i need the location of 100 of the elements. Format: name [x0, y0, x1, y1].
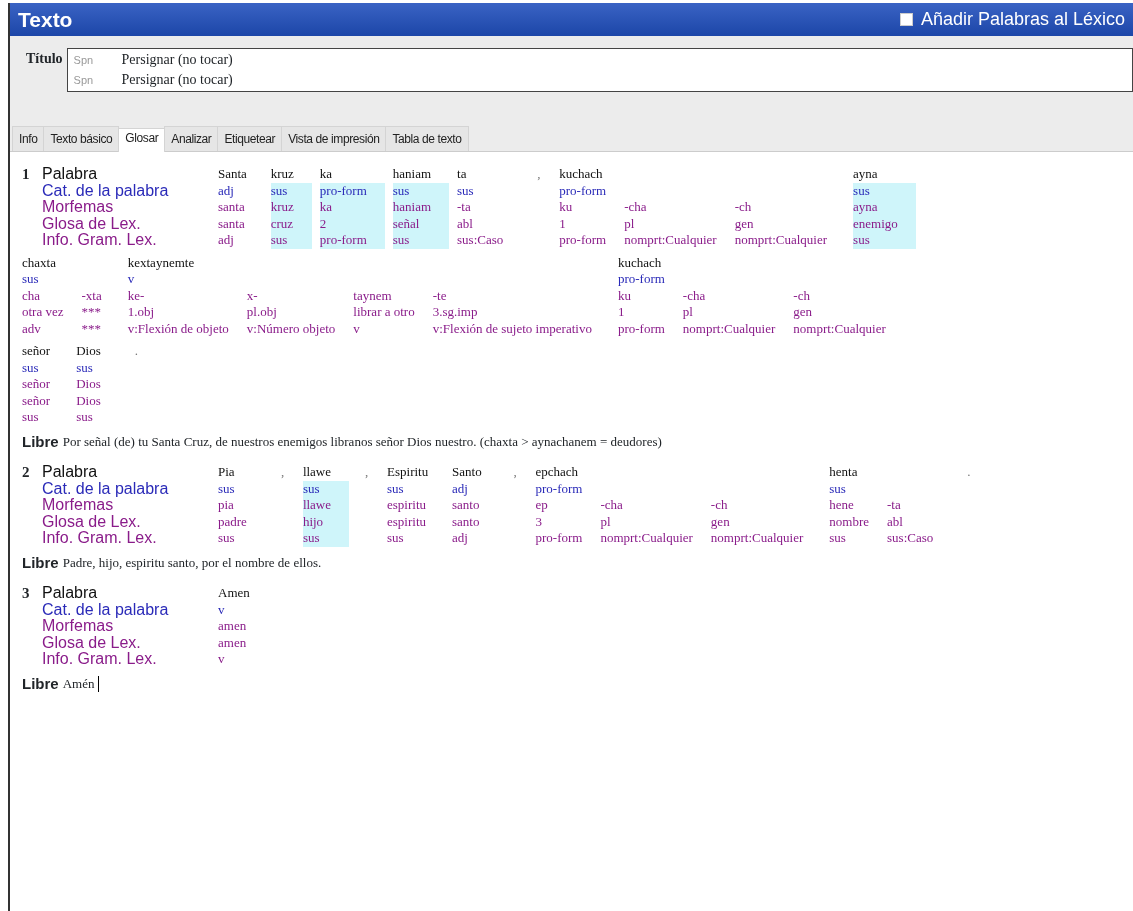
grammar-info: nomprt:Cualquier	[793, 320, 886, 337]
gloss: 3	[535, 513, 542, 530]
grammar-info: nomprt:Cualquier	[600, 530, 693, 547]
gloss: pl	[600, 513, 611, 530]
grammar-info: adv	[22, 320, 41, 337]
morpheme: haniam	[392, 199, 432, 216]
gloss: señal	[392, 215, 420, 232]
tab[interactable]: Glosar	[118, 128, 166, 152]
grammar-info: v:Flexión de sujeto imperativo	[432, 320, 592, 337]
word-label: Palabra	[42, 464, 99, 481]
morpheme: hene	[829, 497, 854, 514]
window-title: Texto	[18, 6, 73, 33]
morpheme: ke-	[127, 287, 145, 304]
gloss: abl	[887, 513, 903, 530]
punctuation: .	[133, 343, 139, 360]
morpheme: -te	[432, 287, 447, 304]
grammar-info: v:Flexión de objeto	[127, 320, 229, 337]
checkbox[interactable]	[899, 13, 913, 26]
punctuation: ,	[512, 464, 518, 481]
grammar-info: sus	[829, 530, 846, 547]
gloss: gen	[710, 513, 730, 530]
grammar-label: Info. Gram. Lex.	[42, 530, 158, 547]
gloss: 3.sg.imp	[432, 304, 478, 321]
gloss: pl	[624, 215, 635, 232]
morpheme: taynem	[353, 287, 392, 304]
morpheme-label: Morfemas	[42, 497, 115, 514]
gloss: señor	[22, 392, 51, 409]
word-label: Palabra	[42, 585, 99, 602]
word-category: sus	[76, 359, 93, 376]
morpheme: ku	[617, 287, 631, 304]
word-category: pro-form	[617, 271, 665, 288]
morpheme: -cha	[600, 497, 623, 514]
word-category: sus	[302, 480, 320, 497]
morpheme: ka	[319, 199, 333, 216]
word: kruz	[270, 166, 294, 183]
free-translation-label: Libre	[22, 433, 59, 450]
gloss: librar a otro	[353, 304, 415, 321]
category-label: Cat. de la palabra	[42, 480, 170, 497]
language-code: Spn	[73, 73, 95, 88]
punctuation: ,	[364, 464, 370, 481]
word: ayna	[853, 166, 878, 183]
punctuation: .	[966, 464, 972, 481]
morpheme-label: Morfemas	[42, 199, 115, 216]
segment-number: 3	[22, 585, 31, 602]
morpheme: santa	[218, 199, 245, 216]
word: chaxta	[22, 254, 56, 271]
grammar-info: nomprt:Cualquier	[734, 232, 828, 249]
morpheme: ayna	[853, 199, 878, 216]
morpheme: ku	[559, 199, 573, 216]
punctuation: ,	[536, 166, 542, 183]
gloss: gen	[793, 304, 813, 321]
word: Espiritu	[387, 464, 429, 481]
tab[interactable]: Texto básico	[43, 126, 120, 151]
grammar-info: adj	[218, 232, 234, 249]
grammar-info: sus	[302, 530, 320, 547]
tab[interactable]: Info	[12, 126, 45, 151]
segment-number: 1	[22, 166, 31, 183]
morpheme: x-	[246, 287, 258, 304]
gloss: cruz	[270, 215, 294, 232]
gloss: Dios	[76, 392, 101, 409]
morpheme: -cha	[624, 199, 647, 216]
tab[interactable]: Vista de impresión	[281, 126, 387, 151]
gloss: santo	[452, 513, 480, 530]
word-category: adj	[452, 480, 468, 497]
grammar-info: ***	[81, 320, 101, 337]
grammar-info: sus:Caso	[457, 232, 504, 249]
tab[interactable]: Etiquetear	[217, 126, 283, 151]
gloss: amen	[218, 634, 247, 651]
free-translation: Por señal (de) tu Santa Cruz, de nuestros enemigos libranos señor Dios nuestro. (chaxta > aynachanem = deudores)	[62, 433, 662, 450]
title-field[interactable]: Spn Persignar (no tocar) Spn Persignar (no tocar)	[66, 48, 1133, 92]
gloss: hijo	[302, 513, 324, 530]
word: Santa	[218, 166, 247, 183]
tab[interactable]: Analizar	[164, 126, 219, 151]
gloss: ***	[81, 304, 101, 321]
morpheme: -ch	[710, 497, 728, 514]
morpheme: -ta	[887, 497, 901, 514]
tab[interactable]: Tabla de texto	[385, 126, 469, 151]
word-category: pro-form	[535, 480, 583, 497]
word-category: sus	[22, 359, 39, 376]
free-translation: Amén	[62, 675, 95, 692]
free-translation-label: Libre	[22, 554, 59, 571]
checkbox-label[interactable]: Añadir Palabras al Léxico	[920, 6, 1125, 33]
gloss: gen	[734, 215, 754, 232]
gloss: nombre	[829, 513, 869, 530]
grammar-info: pro-form	[319, 232, 367, 249]
word: ta	[457, 166, 467, 183]
grammar-info: v:Número objeto	[246, 320, 336, 337]
word: llawe	[302, 464, 332, 481]
gloss: espiritu	[387, 513, 427, 530]
grammar-info: sus	[853, 232, 870, 249]
grammar-info: pro-form	[617, 320, 665, 337]
gloss: santa	[218, 215, 245, 232]
gloss: abl	[457, 215, 473, 232]
word-label: Palabra	[42, 166, 99, 183]
gloss-label: Glosa de Lex.	[42, 215, 142, 232]
word: epchach	[535, 464, 579, 481]
morpheme: espiritu	[387, 497, 427, 514]
segment-number: 2	[22, 464, 31, 481]
grammar-info: v	[353, 320, 360, 337]
word-category: sus	[270, 182, 288, 199]
